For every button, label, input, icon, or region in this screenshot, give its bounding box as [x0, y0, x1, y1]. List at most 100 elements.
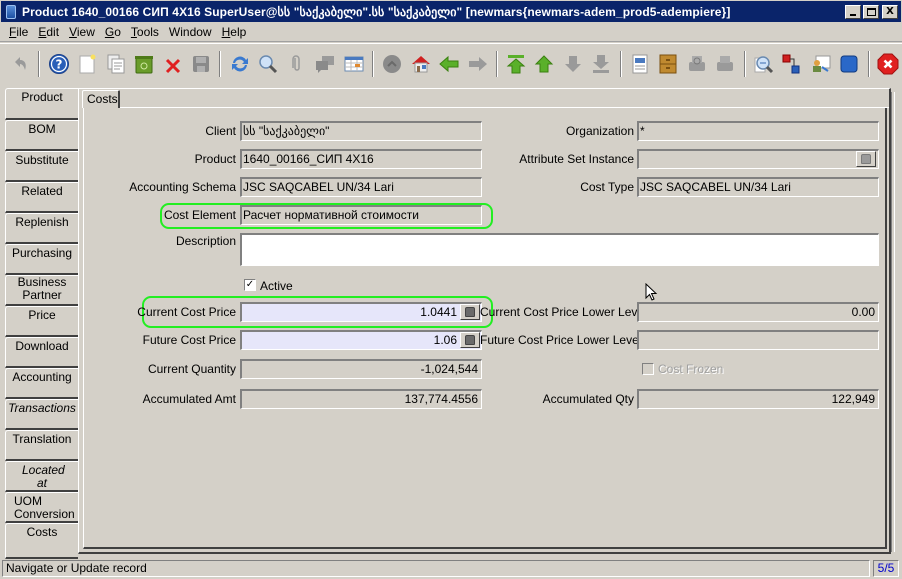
minimize-button[interactable] [845, 4, 861, 19]
detail-button[interactable] [465, 51, 490, 77]
attachment-button[interactable] [284, 51, 309, 77]
record-form [83, 108, 887, 549]
tab-replenish[interactable]: Replenish [5, 213, 78, 244]
cost-type-field[interactable]: JSC SAQCABEL UN/34 Lari [637, 177, 879, 197]
archive-icon [659, 54, 677, 73]
attribute-set-instance-button[interactable] [856, 151, 876, 167]
window-title: Product 1640_00166 СИП 4X16 SuperUser@სს… [22, 4, 731, 19]
future-cost-price-label: Future Cost Price [142, 333, 236, 347]
print-preview-button[interactable] [684, 51, 709, 77]
grid-toggle-button[interactable] [341, 51, 366, 77]
close-button[interactable]: X [882, 4, 898, 19]
menu-view[interactable]: View [64, 25, 100, 39]
future-cost-price-field[interactable]: 1.06 [240, 330, 482, 350]
save-icon [193, 55, 210, 72]
menu-go[interactable]: Go [100, 25, 126, 39]
delete-button[interactable] [132, 51, 157, 77]
organization-label: Organization [565, 124, 634, 138]
current-cost-price-lower-level-field[interactable]: 0.00 [637, 302, 879, 322]
accumulated-amt-field[interactable]: 137,774.4556 [240, 389, 482, 409]
current-cost-price-calculator-button[interactable] [460, 304, 480, 320]
find-icon [259, 54, 278, 73]
record-count[interactable]: 5/5 [873, 560, 899, 577]
tab-related[interactable]: Related [5, 182, 78, 213]
description-field[interactable] [240, 233, 879, 266]
request-icon [812, 55, 831, 72]
refresh-icon [231, 56, 248, 71]
product-info-button[interactable] [837, 51, 862, 77]
accumulated-qty-field[interactable]: 122,949 [637, 389, 879, 409]
active-label: Active [260, 279, 293, 293]
cost-element-field[interactable]: Расчет нормативной стоимости [240, 205, 482, 225]
home-button[interactable] [408, 51, 433, 77]
tab-transactions[interactable]: Transactions [5, 399, 78, 430]
future-cost-price-lower-level-field[interactable] [637, 330, 879, 350]
tab-price[interactable]: Price [5, 306, 78, 337]
zoom-across-icon [754, 55, 773, 73]
current-quantity-label: Current Quantity [147, 362, 236, 376]
save-button[interactable] [189, 51, 214, 77]
tab-download[interactable]: Download [5, 337, 78, 368]
tab-accounting[interactable]: Accounting [5, 368, 78, 399]
last-record-button[interactable] [589, 51, 614, 77]
maximize-button[interactable] [863, 4, 879, 19]
request-button[interactable] [808, 51, 833, 77]
menu-file[interactable]: File [4, 25, 33, 39]
product-field[interactable]: 1640_00166_СИП 4X16 [240, 149, 482, 169]
archive-button[interactable] [656, 51, 681, 77]
exit-button[interactable] [875, 51, 900, 77]
current-quantity-field[interactable]: -1,024,544 [240, 359, 482, 379]
help-button[interactable]: ? [46, 51, 71, 77]
new-record-icon [79, 54, 96, 73]
chat-button[interactable] [313, 51, 338, 77]
undo-button[interactable] [8, 51, 33, 77]
first-record-button[interactable] [503, 51, 528, 77]
menu-window[interactable]: Window [164, 25, 217, 39]
attribute-set-icon [861, 154, 871, 164]
tab-costs[interactable]: Costs [5, 523, 78, 559]
tab-bom[interactable]: BOM [5, 120, 78, 151]
accounting-schema-field[interactable]: JSC SAQCABEL UN/34 Lari [240, 177, 482, 197]
menu-tools[interactable]: Tools [126, 25, 164, 39]
toolbar-separator [743, 50, 746, 77]
parent-button[interactable] [436, 51, 461, 77]
status-bar: Navigate or Update record [2, 560, 870, 577]
subtab-costs[interactable]: Costs [82, 90, 120, 108]
tab-product[interactable]: Product [5, 88, 78, 120]
attribute-set-instance-field[interactable] [637, 149, 879, 169]
tab-located-at[interactable]: Located at [5, 461, 78, 492]
toolbar: ? [0, 43, 902, 83]
menu-edit[interactable]: Edit [33, 25, 64, 39]
maximize-icon [866, 7, 876, 16]
print-icon [717, 55, 734, 71]
organization-field[interactable]: * [637, 121, 879, 141]
active-checkbox[interactable]: ✓ [244, 279, 256, 291]
delete-selection-button[interactable] [160, 51, 185, 77]
copy-record-button[interactable] [103, 51, 128, 77]
find-button[interactable] [256, 51, 281, 77]
first-record-icon [506, 54, 526, 73]
current-cost-price-field[interactable]: 1.0441 [240, 302, 482, 322]
vertical-tab-bar: Product BOM Substitute Related Replenish… [5, 88, 78, 559]
tab-translation[interactable]: Translation [5, 430, 78, 461]
print-button[interactable] [713, 51, 738, 77]
report-button[interactable] [627, 51, 652, 77]
cost-frozen-checkbox[interactable] [642, 363, 654, 375]
help-icon: ? [48, 53, 69, 74]
future-cost-price-calculator-button[interactable] [460, 332, 480, 348]
refresh-button[interactable] [227, 51, 252, 77]
print-preview-icon [688, 55, 705, 71]
zoom-across-button[interactable] [751, 51, 776, 77]
menu-help[interactable]: Help [217, 25, 252, 39]
history-button[interactable] [380, 51, 405, 77]
current-cost-price-lower-level-label: Current Cost Price Lower Level [480, 305, 647, 319]
tab-uom-conversion[interactable]: UOM Conversion [5, 492, 78, 523]
new-record-button[interactable] [75, 51, 100, 77]
tab-purchasing[interactable]: Purchasing [5, 244, 78, 275]
active-workflows-button[interactable] [780, 51, 805, 77]
previous-record-button[interactable] [532, 51, 557, 77]
tab-business-partner[interactable]: Business Partner [5, 275, 78, 306]
tab-substitute[interactable]: Substitute [5, 151, 78, 182]
client-field[interactable]: სს "საქკაბელი" [240, 121, 482, 141]
next-record-button[interactable] [560, 51, 585, 77]
